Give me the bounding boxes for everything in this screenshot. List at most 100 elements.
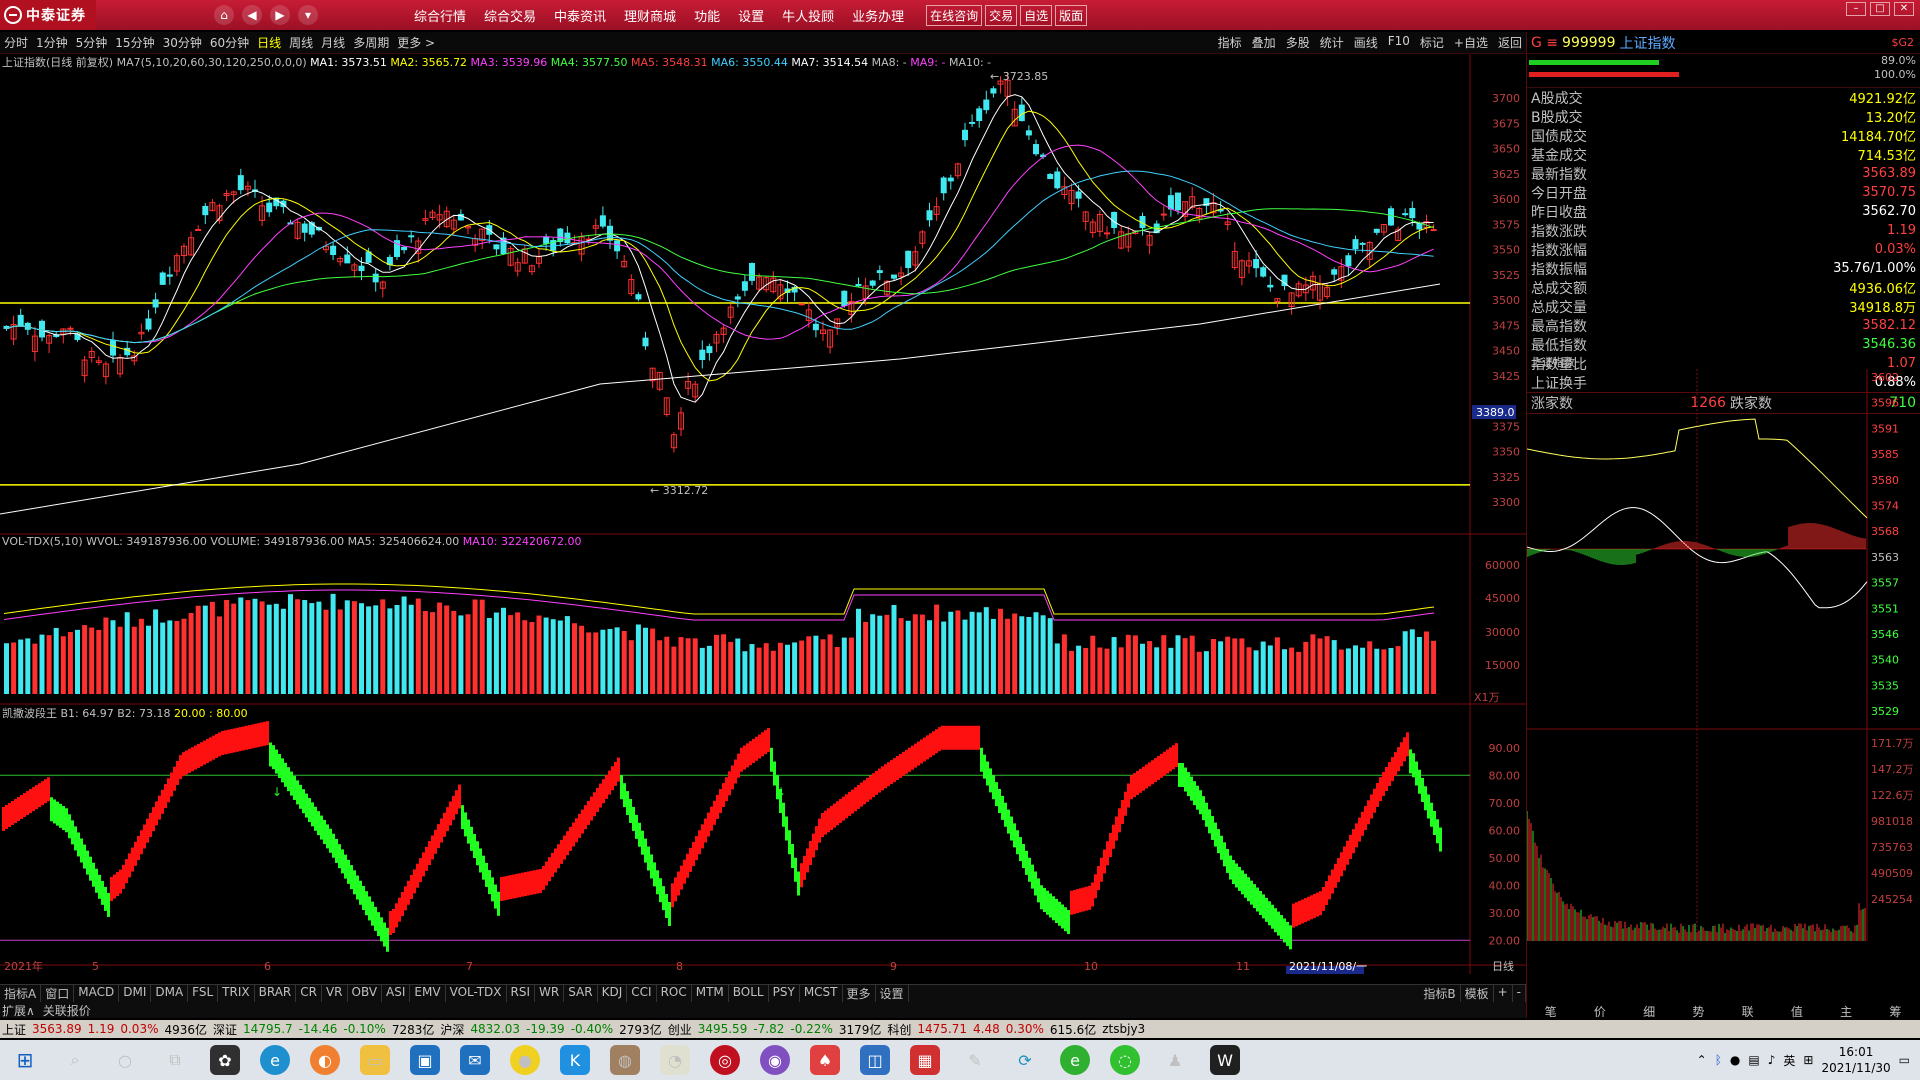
- indicator-tab-12[interactable]: EMV: [410, 985, 445, 1002]
- menu-item-0[interactable]: 综合行情: [414, 6, 466, 25]
- chart-area[interactable]: 3700 3675 3650 3625 3600 3575 3550 3525 3500 3475…: [0, 54, 1526, 974]
- indicator-tab-22[interactable]: PSY: [769, 985, 800, 1002]
- app-icon-7[interactable]: ♠: [810, 1045, 840, 1075]
- indicator-tab-5[interactable]: FSL: [188, 985, 218, 1002]
- clock[interactable]: 16:01 2021/11/30: [1821, 1044, 1890, 1076]
- trading-app-icon[interactable]: ◎: [710, 1045, 740, 1075]
- tool-3[interactable]: 统计: [1320, 34, 1344, 51]
- indicator-tab-17[interactable]: KDJ: [598, 985, 628, 1002]
- app-icon-4[interactable]: ◍: [610, 1045, 640, 1075]
- minimize-icon[interactable]: –: [1846, 2, 1866, 16]
- indicator-tab-7[interactable]: BRAR: [255, 985, 297, 1002]
- back-icon[interactable]: ◀: [242, 5, 262, 25]
- mic-icon[interactable]: ●: [1730, 1053, 1740, 1067]
- indicator-tab-23[interactable]: MCST: [800, 985, 843, 1002]
- maximize-icon[interactable]: □: [1870, 2, 1890, 16]
- indicator-tab-9[interactable]: VR: [322, 985, 348, 1002]
- period-tab-9[interactable]: 多周期: [353, 34, 389, 51]
- quick-button-0[interactable]: 在线咨询: [926, 5, 982, 26]
- volume-bars[interactable]: [4, 594, 1436, 694]
- quote-tab-7[interactable]: 筹: [1889, 1003, 1901, 1019]
- intraday-chart[interactable]: 3602 3596 3591 3585 3580 3574 3568 3563 3557 3551…: [1527, 369, 1920, 941]
- indicator-tab-1[interactable]: 窗口: [41, 985, 74, 1002]
- home-icon[interactable]: ⌂: [214, 5, 234, 25]
- tool-7[interactable]: +自选: [1454, 34, 1488, 51]
- indicator-tab-25[interactable]: 设置: [876, 985, 909, 1002]
- edge-icon[interactable]: e: [260, 1045, 290, 1075]
- tool-4[interactable]: 画线: [1354, 34, 1378, 51]
- menu-item-2[interactable]: 中泰资讯: [554, 6, 606, 25]
- period-tab-0[interactable]: 分时: [4, 34, 28, 51]
- menu-item-6[interactable]: 牛人投顾: [782, 6, 834, 25]
- period-tab-4[interactable]: 30分钟: [163, 34, 202, 51]
- indicator-tab-6[interactable]: TRIX: [218, 985, 254, 1002]
- indicator-tab-15[interactable]: WR: [535, 985, 564, 1002]
- menu-item-5[interactable]: 设置: [738, 6, 764, 25]
- quick-button-2[interactable]: 自选: [1020, 5, 1052, 26]
- forward-icon[interactable]: ▶: [270, 5, 290, 25]
- tool-8[interactable]: 返回: [1498, 34, 1522, 51]
- keyboard-icon[interactable]: ⊞: [1803, 1053, 1813, 1067]
- ime-label[interactable]: 英: [1783, 1052, 1795, 1069]
- sub-tab-1[interactable]: 关联报价: [43, 1002, 91, 1019]
- task-view-icon[interactable]: ⧉: [160, 1045, 190, 1075]
- quote-tab-0[interactable]: 笔: [1545, 1003, 1557, 1019]
- indicator-right-3[interactable]: -: [1513, 985, 1526, 1002]
- app-icon-3[interactable]: K: [560, 1045, 590, 1075]
- app-icon-12[interactable]: e: [1060, 1045, 1090, 1075]
- indicator-tab-3[interactable]: DMI: [119, 985, 151, 1002]
- network-icon[interactable]: ▤: [1748, 1053, 1759, 1067]
- tool-5[interactable]: F10: [1388, 34, 1410, 51]
- app-icon-2[interactable]: ●: [510, 1045, 540, 1075]
- app-icon-13[interactable]: W: [1210, 1045, 1240, 1075]
- menu-item-7[interactable]: 业务办理: [852, 6, 904, 25]
- period-tab-1[interactable]: 1分钟: [36, 34, 68, 51]
- tray-chevron-icon[interactable]: ⌃: [1697, 1053, 1707, 1067]
- indicator-right-2[interactable]: +: [1494, 985, 1513, 1002]
- indicator-tab-14[interactable]: RSI: [507, 985, 536, 1002]
- indicator-tab-4[interactable]: DMA: [151, 985, 188, 1002]
- app-icon-8[interactable]: ◫: [860, 1045, 890, 1075]
- quick-button-3[interactable]: 版面: [1055, 5, 1087, 26]
- indicator-tab-10[interactable]: OBV: [348, 985, 383, 1002]
- quote-tab-3[interactable]: 势: [1692, 1003, 1704, 1019]
- indicator-tab-20[interactable]: MTM: [692, 985, 729, 1002]
- app-icon-10[interactable]: ✎: [960, 1045, 990, 1075]
- wechat-icon[interactable]: ◌: [1110, 1045, 1140, 1075]
- oscillator-bands[interactable]: [2, 721, 1442, 952]
- qq-icon[interactable]: ♟: [1160, 1045, 1190, 1075]
- period-tab-2[interactable]: 5分钟: [76, 34, 108, 51]
- indicator-tab-13[interactable]: VOL-TDX: [446, 985, 507, 1002]
- period-tab-3[interactable]: 15分钟: [115, 34, 154, 51]
- store-icon[interactable]: ▣: [410, 1045, 440, 1075]
- quote-tab-6[interactable]: 主: [1840, 1003, 1852, 1019]
- indicator-tab-18[interactable]: CCI: [627, 985, 656, 1002]
- tool-2[interactable]: 多股: [1286, 34, 1310, 51]
- indicator-tab-24[interactable]: 更多: [843, 985, 876, 1002]
- browser-icon[interactable]: ◐: [310, 1045, 340, 1075]
- tool-6[interactable]: 标记: [1420, 34, 1444, 51]
- app-icon-1[interactable]: ✿: [210, 1045, 240, 1075]
- indicator-tab-0[interactable]: 指标A: [0, 985, 41, 1002]
- indicator-tab-21[interactable]: BOLL: [729, 985, 769, 1002]
- menu-item-3[interactable]: 理财商城: [624, 6, 676, 25]
- start-icon[interactable]: ⊞: [10, 1045, 40, 1075]
- app-icon-11[interactable]: ⟳: [1010, 1045, 1040, 1075]
- candles[interactable]: [4, 72, 1436, 453]
- folder-icon[interactable]: ▭: [360, 1045, 390, 1075]
- period-tab-7[interactable]: 周线: [289, 34, 313, 51]
- dropdown-icon[interactable]: ▾: [298, 5, 318, 25]
- period-tab-5[interactable]: 60分钟: [210, 34, 249, 51]
- sub-tab-0[interactable]: 扩展∧: [2, 1002, 35, 1019]
- quote-tab-1[interactable]: 价: [1594, 1003, 1606, 1019]
- indicator-tab-11[interactable]: ASI: [382, 985, 410, 1002]
- menu-item-1[interactable]: 综合交易: [484, 6, 536, 25]
- bluetooth-icon[interactable]: ᛒ: [1715, 1053, 1722, 1067]
- notification-icon[interactable]: ▭: [1899, 1053, 1910, 1067]
- search-icon[interactable]: ⌕: [60, 1045, 90, 1075]
- indicator-right-1[interactable]: 模板: [1461, 985, 1494, 1002]
- cortana-icon[interactable]: ○: [110, 1045, 140, 1075]
- period-tab-10[interactable]: 更多 >: [397, 34, 435, 51]
- menu-item-4[interactable]: 功能: [694, 6, 720, 25]
- kline-chart[interactable]: 3700 3675 3650 3625 3600 3575 3550 3525 3500 3475…: [0, 54, 1526, 974]
